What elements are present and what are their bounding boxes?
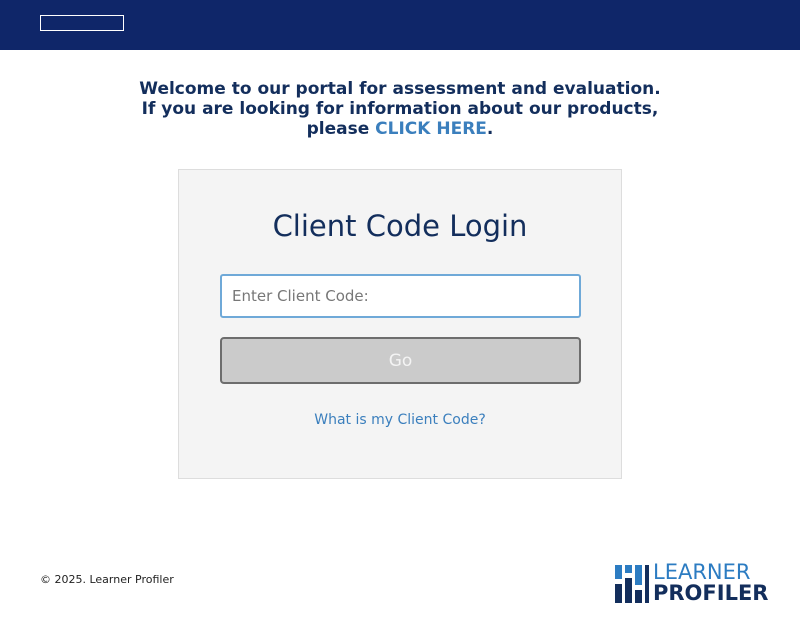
brand-word-profiler: PROFILER	[653, 581, 769, 605]
copyright-text: © 2025. Learner Profiler	[40, 573, 174, 586]
welcome-line-3-prefix: please	[306, 119, 376, 139]
welcome-line-3: please CLICK HERE.	[0, 119, 800, 139]
login-title: Client Code Login	[272, 209, 528, 243]
welcome-line-1: Welcome to our portal for assessment and…	[139, 79, 661, 99]
learner-profiler-logo[interactable]: LEARNER PROFILER	[615, 560, 768, 605]
header-logo[interactable]	[40, 15, 124, 31]
client-code-input[interactable]	[220, 274, 581, 318]
client-code-help-link[interactable]: What is my Client Code?	[179, 412, 621, 428]
welcome-line-3-suffix: .	[486, 119, 494, 139]
click-here-link[interactable]: CLICK HERE	[375, 119, 487, 139]
top-navigation-bar	[0, 0, 800, 50]
brand-word-learner: LEARNER	[653, 560, 751, 584]
go-button[interactable]: Go	[220, 337, 581, 384]
bar-chart-logo-icon	[615, 565, 649, 603]
welcome-message: Welcome to our portal for assessment and…	[0, 79, 800, 139]
welcome-line-2: If you are looking for information about…	[141, 99, 659, 119]
login-card: Client Code Login Go What is my Client C…	[178, 169, 622, 479]
